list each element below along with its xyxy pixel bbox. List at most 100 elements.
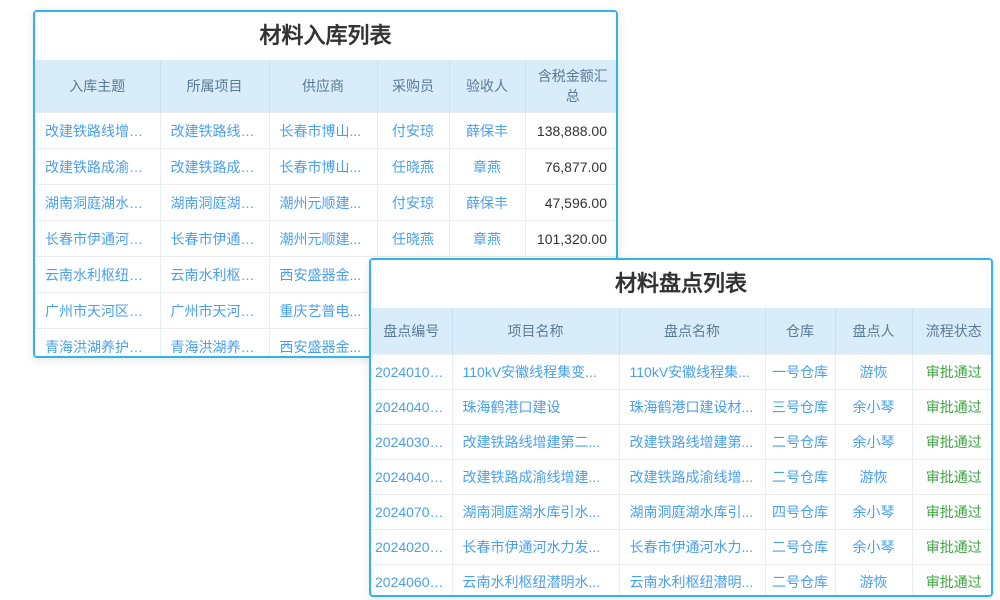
column-header: 流程状态 (912, 308, 993, 354)
table-cell: 余小琴 (835, 424, 912, 459)
table-row[interactable]: 改建铁路线增建...改建铁路线增...长春市博山...付安琼薛保丰138,888… (35, 113, 618, 149)
table-cell: 任晓燕 (377, 221, 449, 257)
table-row[interactable]: 2024020005长春市伊通河水力发...长春市伊通河水力...二号仓库余小琴… (371, 529, 993, 564)
table-cell[interactable]: 改建铁路线增... (160, 113, 269, 149)
table-cell: 游恢 (835, 564, 912, 597)
table-cell[interactable]: 湖南洞庭湖水库引... (619, 494, 765, 529)
table-cell: 二号仓库 (765, 424, 835, 459)
table-cell[interactable]: 长春市伊通河水力发... (452, 529, 619, 564)
table-cell[interactable]: 长春市伊通河... (160, 221, 269, 257)
table-cell: 四号仓库 (765, 494, 835, 529)
table-cell[interactable]: 湖南洞庭湖水库引水... (452, 494, 619, 529)
column-header: 采购员 (377, 60, 449, 113)
table-cell[interactable]: 青海洪湖养护院... (35, 329, 160, 359)
table-cell[interactable]: 重庆艺普电... (269, 293, 377, 329)
table-row[interactable]: 2024070001湖南洞庭湖水库引水...湖南洞庭湖水库引...四号仓库余小琴… (371, 494, 993, 529)
inbound-header-row: 入库主题所属项目供应商采购员验收人含税金额汇总 (35, 60, 618, 113)
table-cell[interactable]: 云南水利枢纽... (160, 257, 269, 293)
column-header: 入库主题 (35, 60, 160, 113)
table-cell[interactable]: 广州市天河区... (160, 293, 269, 329)
table-cell: 一号仓库 (765, 354, 835, 389)
table-cell: 三号仓库 (765, 389, 835, 424)
table-cell[interactable]: 长春市伊通河水... (35, 221, 160, 257)
table-cell: 章燕 (449, 149, 525, 185)
table-cell[interactable]: 西安盛器金... (269, 257, 377, 293)
table-cell[interactable]: 湖南洞庭湖水库... (35, 185, 160, 221)
table-row[interactable]: 改建铁路成渝线...改建铁路成渝...长春市博山...任晓燕章燕76,877.0… (35, 149, 618, 185)
table-cell[interactable]: 长春市伊通河水力... (619, 529, 765, 564)
table-cell: 二号仓库 (765, 564, 835, 597)
table-cell[interactable]: 审批通过 (912, 389, 993, 424)
table-cell: 付安琼 (377, 113, 449, 149)
table-cell[interactable]: 改建铁路线增建... (35, 113, 160, 149)
table-cell[interactable]: 潮州元顺建... (269, 221, 377, 257)
table-row[interactable]: 长春市伊通河水...长春市伊通河...潮州元顺建...任晓燕章燕101,320.… (35, 221, 618, 257)
table-cell: 余小琴 (835, 529, 912, 564)
stocktake-table-title: 材料盘点列表 (371, 260, 991, 308)
column-header: 项目名称 (452, 308, 619, 354)
table-cell[interactable]: 云南水利枢纽潜明... (619, 564, 765, 597)
table-cell[interactable]: 审批通过 (912, 529, 993, 564)
inbound-table-title: 材料入库列表 (35, 12, 616, 60)
table-cell[interactable]: 青海洪湖养护... (160, 329, 269, 359)
table-row[interactable]: 湖南洞庭湖水库...湖南洞庭湖水...潮州元顺建...付安琼薛保丰47,596.… (35, 185, 618, 221)
table-row[interactable]: 2024010008110kV安徽线程集变...110kV安徽线程集...一号仓… (371, 354, 993, 389)
column-header: 验收人 (449, 60, 525, 113)
table-cell: 47,596.00 (525, 185, 618, 221)
table-cell[interactable]: 云南水利枢纽潜明水... (452, 564, 619, 597)
column-header: 盘点人 (835, 308, 912, 354)
table-cell[interactable]: 改建铁路成渝线增... (619, 459, 765, 494)
table-cell[interactable]: 2024010008 (371, 354, 452, 389)
table-cell[interactable]: 珠海鹤港口建设材... (619, 389, 765, 424)
material-stocktake-list-card: 材料盘点列表 盘点编号项目名称盘点名称仓库盘点人流程状态 20240100081… (369, 258, 993, 597)
table-cell[interactable]: 西安盛器金... (269, 329, 377, 359)
table-cell[interactable]: 2024020005 (371, 529, 452, 564)
table-cell: 任晓燕 (377, 149, 449, 185)
table-cell: 138,888.00 (525, 113, 618, 149)
table-cell[interactable]: 2024030004 (371, 424, 452, 459)
table-cell[interactable]: 广州市天河区统... (35, 293, 160, 329)
table-cell[interactable]: 110kV安徽线程集... (619, 354, 765, 389)
table-cell[interactable]: 改建铁路线增建第... (619, 424, 765, 459)
table-cell[interactable]: 湖南洞庭湖水... (160, 185, 269, 221)
table-cell: 101,320.00 (525, 221, 618, 257)
table-cell[interactable]: 潮州元顺建... (269, 185, 377, 221)
table-row[interactable]: 2024040003珠海鹤港口建设珠海鹤港口建设材...三号仓库余小琴审批通过 (371, 389, 993, 424)
table-cell[interactable]: 2024040001 (371, 459, 452, 494)
table-row[interactable]: 2024040001改建铁路成渝线增建...改建铁路成渝线增...二号仓库游恢审… (371, 459, 993, 494)
table-cell[interactable]: 审批通过 (912, 459, 993, 494)
column-header: 盘点名称 (619, 308, 765, 354)
table-cell[interactable]: 审批通过 (912, 494, 993, 529)
table-cell[interactable]: 110kV安徽线程集变... (452, 354, 619, 389)
table-cell: 余小琴 (835, 389, 912, 424)
table-cell: 二号仓库 (765, 459, 835, 494)
table-cell[interactable]: 改建铁路成渝线... (35, 149, 160, 185)
stocktake-header-row: 盘点编号项目名称盘点名称仓库盘点人流程状态 (371, 308, 993, 354)
table-cell: 余小琴 (835, 494, 912, 529)
column-header: 仓库 (765, 308, 835, 354)
column-header: 所属项目 (160, 60, 269, 113)
table-cell: 薛保丰 (449, 113, 525, 149)
table-cell[interactable]: 2024070001 (371, 494, 452, 529)
table-cell[interactable]: 审批通过 (912, 354, 993, 389)
table-cell[interactable]: 云南水利枢纽潜... (35, 257, 160, 293)
table-cell[interactable]: 改建铁路成渝线增建... (452, 459, 619, 494)
table-row[interactable]: 2024060001云南水利枢纽潜明水...云南水利枢纽潜明...二号仓库游恢审… (371, 564, 993, 597)
table-cell[interactable]: 改建铁路成渝... (160, 149, 269, 185)
table-cell[interactable]: 长春市博山... (269, 113, 377, 149)
table-cell[interactable]: 2024040003 (371, 389, 452, 424)
table-cell[interactable]: 改建铁路线增建第二... (452, 424, 619, 459)
table-cell: 二号仓库 (765, 529, 835, 564)
table-cell[interactable]: 珠海鹤港口建设 (452, 389, 619, 424)
table-cell: 付安琼 (377, 185, 449, 221)
table-cell[interactable]: 2024060001 (371, 564, 452, 597)
table-cell[interactable]: 审批通过 (912, 424, 993, 459)
stocktake-table-body: 2024010008110kV安徽线程集变...110kV安徽线程集...一号仓… (371, 354, 993, 597)
table-cell: 游恢 (835, 354, 912, 389)
table-cell: 章燕 (449, 221, 525, 257)
column-header: 含税金额汇总 (525, 60, 618, 113)
table-row[interactable]: 2024030004改建铁路线增建第二...改建铁路线增建第...二号仓库余小琴… (371, 424, 993, 459)
table-cell[interactable]: 审批通过 (912, 564, 993, 597)
table-cell[interactable]: 长春市博山... (269, 149, 377, 185)
column-header: 供应商 (269, 60, 377, 113)
